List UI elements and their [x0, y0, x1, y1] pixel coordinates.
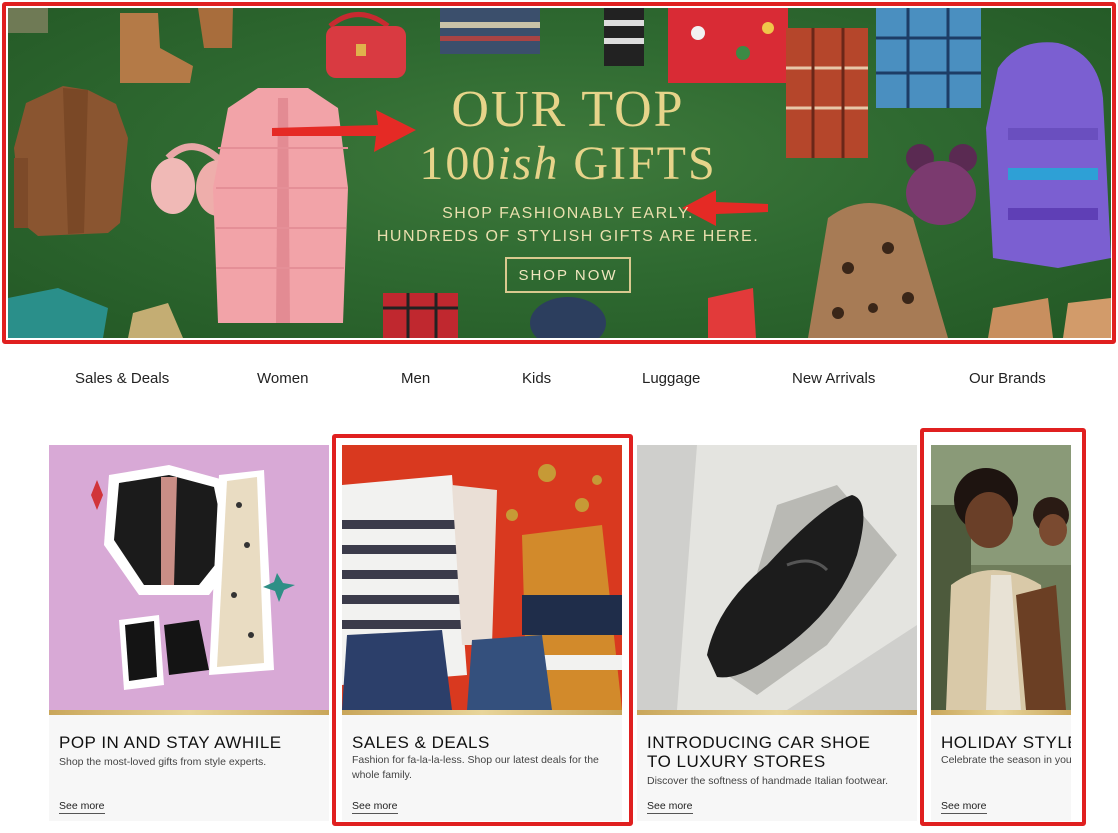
- card-sales-deals-image: [342, 445, 622, 710]
- hero-subline-2: HUNDREDS OF STYLISH GIFTS ARE HERE.: [376, 228, 760, 245]
- nav-men[interactable]: Men: [401, 370, 430, 387]
- nav-new-arrivals[interactable]: New Arrivals: [792, 370, 875, 387]
- gloves-image: [8, 288, 108, 338]
- hero-headline-ish: ish: [497, 137, 560, 190]
- holiday-pajama-image: [668, 8, 788, 83]
- ugg-boot-image: [120, 8, 233, 83]
- see-more-link[interactable]: See more: [941, 800, 987, 814]
- see-more-link[interactable]: See more: [59, 800, 105, 814]
- card-pop-in-image: [49, 445, 329, 710]
- card-holiday-style-image: [931, 445, 1071, 710]
- card-title: HOLIDAY STYLE: [941, 733, 1071, 752]
- teddy-jacket-image: [14, 86, 128, 236]
- card-car-shoe-image: [637, 445, 917, 710]
- hero-headline-gifts: GIFTS: [559, 137, 717, 190]
- nav-our-brands[interactable]: Our Brands: [969, 370, 1046, 387]
- red-purse-image: [326, 12, 406, 78]
- hero-banner[interactable]: OUR TOP 100ish GIFTS SHOP FASHIONABLY EA…: [8, 8, 1111, 338]
- hero-headline-line2: 100ish GIFTS: [388, 136, 748, 191]
- pouch-image: [128, 303, 183, 338]
- card-sales-deals[interactable]: SALES & DEALS Fashion for fa-la-la-less.…: [342, 445, 622, 821]
- card-divider: [49, 710, 329, 715]
- fairisle-sweater-image: [440, 8, 540, 54]
- pom-hat-image: [906, 144, 977, 225]
- card-holiday-style[interactable]: HOLIDAY STYLE Celebrate the season in yo…: [931, 445, 1071, 821]
- plaid-shirt-blue-image: [876, 8, 981, 108]
- leopard-jacket-image: [808, 203, 948, 338]
- card-divider: [342, 710, 622, 715]
- knit-hat-image: [530, 297, 606, 338]
- card-divider: [637, 710, 917, 715]
- hero-headline-line1: OUR TOP: [451, 81, 685, 138]
- nav-women[interactable]: Women: [257, 370, 308, 387]
- card-pop-in[interactable]: POP IN AND STAY AWHILE Shop the most-lov…: [49, 445, 329, 821]
- category-nav: Sales & Deals Women Men Kids Luggage New…: [0, 362, 1118, 398]
- boots-bottom-image: [988, 298, 1053, 338]
- holiday-family-image: [931, 445, 1071, 710]
- card-title: SALES & DEALS: [352, 733, 490, 752]
- see-more-link[interactable]: See more: [647, 800, 693, 814]
- shop-now-button[interactable]: SHOP NOW: [505, 257, 631, 293]
- plaid-shirt-orange-image: [786, 28, 868, 158]
- card-divider: [931, 710, 1071, 715]
- card-description: Discover the softness of handmade Italia…: [647, 775, 889, 787]
- card-title: POP IN AND STAY AWHILE: [59, 733, 282, 752]
- hero-subline-1: SHOP FASHIONABLY EARLY.: [442, 205, 694, 222]
- outfit-collage-image: [91, 465, 295, 690]
- card-description: Celebrate the season in your: [941, 754, 1071, 766]
- plaid-shirt-red-image: [383, 293, 458, 338]
- folded-sweaters-image: [342, 464, 622, 710]
- nav-kids[interactable]: Kids: [522, 370, 551, 387]
- striped-sock-image: [604, 8, 644, 66]
- card-description: Fashion for fa-la-la-less. Shop our late…: [352, 754, 599, 781]
- see-more-link[interactable]: See more: [352, 800, 398, 814]
- red-slides-image: [708, 288, 756, 338]
- beanie-top-left-image: [8, 8, 48, 33]
- nav-luggage[interactable]: Luggage: [642, 370, 700, 387]
- card-car-shoe[interactable]: INTRODUCING CAR SHOE TO LUXURY STORES Di…: [637, 445, 917, 821]
- card-title: INTRODUCING CAR SHOE TO LUXURY STORES: [647, 733, 871, 771]
- loafer-shoe-image: [677, 445, 917, 710]
- card-description: Shop the most-loved gifts from style exp…: [59, 756, 267, 768]
- nav-sales-deals[interactable]: Sales & Deals: [75, 370, 169, 387]
- purple-puffer-jacket-image: [986, 42, 1111, 269]
- hero-headline-number: 100: [419, 137, 498, 190]
